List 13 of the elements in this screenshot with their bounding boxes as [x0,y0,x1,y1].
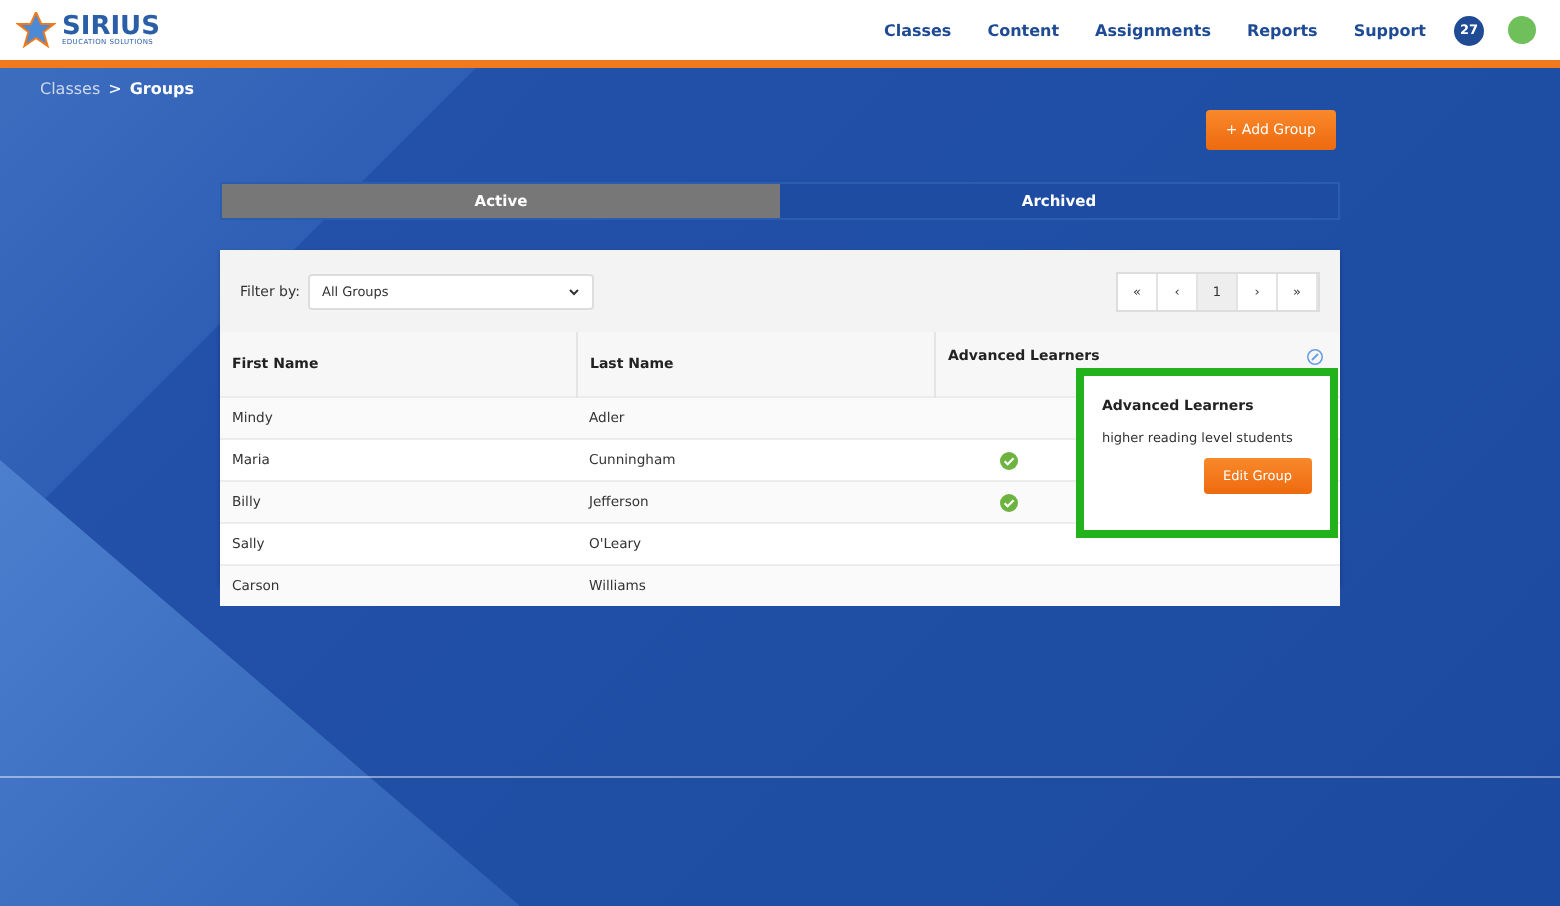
nav-link[interactable]: Assignments [1095,21,1211,39]
logo-name: SIRIUS [62,13,160,40]
breadcrumb-link[interactable]: Classes [40,80,101,98]
breadcrumb-separator: > [108,80,122,98]
breadcrumb-current: Groups [129,80,195,98]
star-logo-icon [16,12,56,48]
avatar-icon[interactable] [1508,16,1536,44]
nav-link[interactable]: Support [1353,21,1426,39]
nav-link[interactable]: Content [987,21,1060,39]
chevron-down-icon [568,287,580,295]
nav-link[interactable]: Classes [883,21,952,39]
pencil-icon[interactable] [1306,348,1324,366]
nav-link[interactable]: Reports [1246,21,1318,39]
